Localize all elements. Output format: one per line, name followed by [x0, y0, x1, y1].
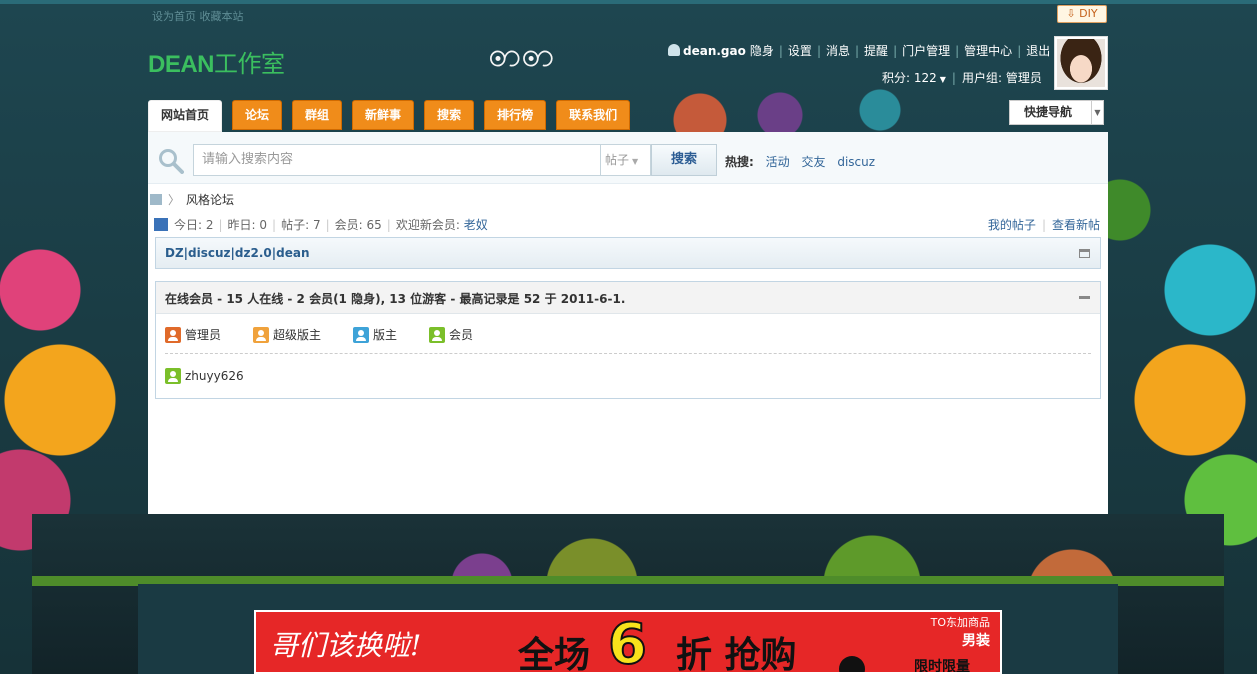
user-stats: 积分: 122 ▼ | 用户组: 管理员 [882, 71, 1042, 85]
online-members-box: 在线会员 - 15 人在线 - 2 会员(1 隐身), 13 位游客 - 最高记… [155, 281, 1101, 399]
online-username[interactable]: zhuyy626 [185, 369, 244, 383]
quick-nav-button[interactable]: 快捷导航 ▼ [1009, 100, 1104, 125]
forum-stats: 今日: 2 | 昨日: 0 | 帖子: 7 | 会员: 65 | 欢迎新会员: 老奴 [154, 216, 488, 233]
hot-search: 热搜: 活动 交友 discuz [725, 153, 875, 170]
search-bar: 请输入搜索内容 帖子 ▼ 搜索 热搜: 活动 交友 discuz [148, 132, 1108, 184]
site-logo[interactable]: DEAN工作室 [148, 44, 285, 79]
logo-text-cn: 工作室 [214, 51, 285, 78]
ad-banner[interactable]: 哥们该换啦! 全场 6 折 抢购 TO东加商品 男装 限时限量 [254, 610, 1002, 674]
ad-brand-top: TO东加商品 [930, 616, 990, 629]
forum-category-box: DZ|discuz|dz2.0|dean [155, 237, 1101, 269]
legend-super-mod: 超级版主 [253, 326, 321, 343]
chart-icon [154, 218, 168, 231]
ad-limit-text: 限时限量 [914, 659, 970, 674]
username-link[interactable]: dean.gao [683, 44, 746, 58]
search-type-label: 帖子 [605, 153, 630, 167]
quick-nav-label: 快捷导航 [1024, 105, 1073, 119]
super-moderator-user-icon [253, 326, 270, 343]
admin-center-link[interactable]: 管理中心 [964, 44, 1012, 58]
chevron-down-icon[interactable]: ▼ [940, 75, 946, 84]
search-button[interactable]: 搜索 [651, 144, 717, 176]
tab-search[interactable]: 搜索 [424, 100, 475, 130]
messages-link[interactable]: 消息 [826, 44, 850, 58]
member-role-legend: 管理员 超级版主 版主 会员 [156, 314, 1100, 343]
topbar-links[interactable]: 设为首页 收藏本站 [152, 8, 244, 24]
logout-link[interactable]: 退出 [1026, 44, 1050, 58]
hot-term-discuz[interactable]: discuz [837, 155, 875, 169]
points-menu[interactable]: 积分: 122 [882, 71, 937, 85]
online-summary: 在线会员 - 15 人在线 - 2 会员(1 隐身), 13 位游客 - 最高记… [165, 292, 626, 306]
list-item[interactable]: zhuyy626 [156, 354, 1100, 384]
stat-today: 今日: 2 [174, 218, 214, 232]
hot-term-activity[interactable]: 活动 [766, 155, 790, 169]
avatar-image [1057, 39, 1105, 87]
user-icon [668, 44, 680, 56]
notifications-link[interactable]: 提醒 [864, 44, 888, 58]
hot-term-dating[interactable]: 交友 [801, 155, 825, 169]
user-bar: dean.gao 隐身 | 设置 | 消息 | 提醒 | 门户管理 | 管理中心 | 退出 [668, 42, 1050, 59]
ad-headline-post: 折 抢购 [676, 635, 797, 674]
portal-admin-link[interactable]: 门户管理 [902, 44, 950, 58]
member-user-icon [429, 326, 446, 343]
breadcrumb-current[interactable]: 风格论坛 [186, 193, 234, 207]
my-posts-link[interactable]: 我的帖子 [988, 218, 1036, 232]
ad-brand-name: 男装 [962, 633, 990, 649]
stat-yesterday: 昨日: 0 [227, 218, 268, 232]
legend-member: 会员 [429, 326, 473, 343]
stat-posts: 帖子: 7 [281, 218, 321, 232]
avatar[interactable] [1054, 36, 1108, 90]
tab-ranking[interactable]: 排行榜 [484, 100, 547, 130]
ad-slogan: 哥们该换啦! [270, 629, 422, 662]
newest-member-link[interactable]: 老奴 [464, 218, 488, 232]
hot-search-label: 热搜: [725, 155, 754, 169]
post-links: 我的帖子 | 查看新帖 [987, 218, 1100, 232]
stat-members: 会员: 65 [334, 218, 382, 232]
tab-home[interactable]: 网站首页 [148, 100, 223, 132]
tab-forum[interactable]: 论坛 [232, 100, 283, 130]
breadcrumb: 〉风格论坛 [150, 191, 234, 208]
admin-user-icon [165, 326, 181, 343]
chevron-down-icon: ▼ [632, 157, 639, 166]
search-type-select[interactable]: 帖子 ▼ [601, 144, 651, 176]
search-icon [159, 149, 184, 174]
tab-groups[interactable]: 群组 [292, 100, 343, 130]
home-icon[interactable] [150, 194, 162, 205]
invisible-toggle[interactable]: 隐身 [750, 44, 774, 58]
new-posts-link[interactable]: 查看新帖 [1052, 218, 1100, 232]
ad-headline: 全场 [518, 635, 591, 674]
ad-brand: TO东加商品 男装 [931, 614, 990, 650]
chevron-down-icon[interactable]: ▼ [1091, 101, 1103, 124]
user-group: 用户组: 管理员 [961, 71, 1042, 85]
search-input[interactable]: 请输入搜索内容 [193, 144, 601, 176]
tab-news[interactable]: 新鲜事 [352, 100, 415, 130]
legend-admin: 管理员 [165, 326, 221, 343]
legend-mod: 版主 [353, 326, 397, 343]
member-user-icon [165, 368, 181, 384]
ad-discount-number: 6 [607, 612, 648, 674]
tab-contact[interactable]: 联系我们 [556, 100, 631, 130]
online-members-header: 在线会员 - 15 人在线 - 2 会员(1 隐身), 13 位游客 - 最高记… [156, 282, 1100, 314]
diy-button[interactable]: ⇩ DIY [1057, 5, 1107, 23]
moderator-user-icon [353, 326, 370, 343]
main-nav: 网站首页 论坛 群组 新鲜事 搜索 排行榜 联系我们 [148, 100, 631, 132]
top-strip [0, 0, 1257, 4]
clock-icon [839, 656, 865, 672]
chevron-right-icon: 〉 [168, 193, 181, 207]
welcome-label: 欢迎新会员: [395, 218, 460, 232]
cloud-ornament-icon: ꩦꩦ [488, 35, 555, 75]
forum-category-title[interactable]: DZ|discuz|dz2.0|dean [165, 246, 310, 260]
main-content: 请输入搜索内容 帖子 ▼ 搜索 热搜: 活动 交友 discuz 〉风格论坛 今日… [148, 132, 1108, 514]
settings-link[interactable]: 设置 [788, 44, 812, 58]
minimize-icon[interactable] [1079, 296, 1090, 299]
collapse-icon[interactable] [1079, 249, 1090, 258]
logo-text-en: DEAN [148, 51, 215, 78]
